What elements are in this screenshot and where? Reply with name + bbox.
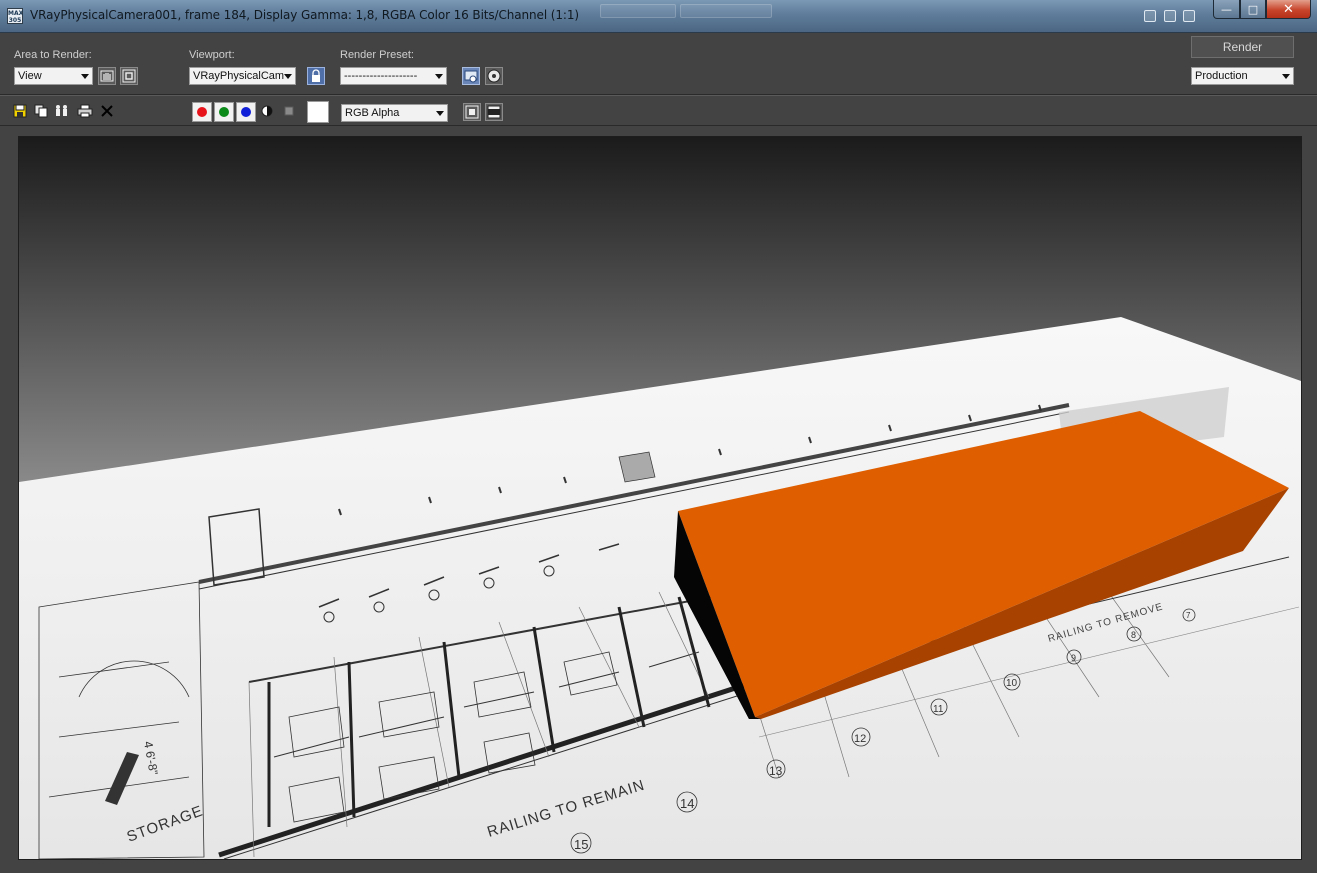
toggle-ui-icon xyxy=(487,105,501,119)
color-swatch[interactable] xyxy=(307,101,329,123)
area-to-render-value: View xyxy=(18,70,42,82)
grid-label: 14 xyxy=(680,796,694,811)
clone-window-icon xyxy=(56,105,67,116)
rendered-image-viewport[interactable]: RAILING TO REMAIN STORAGE RAILING TO REM… xyxy=(18,136,1302,860)
toolbar-divider-highlight xyxy=(0,95,1317,96)
app-icon: MAX 305 xyxy=(7,8,24,24)
maximize-button[interactable]: □ xyxy=(1240,0,1266,19)
minimize-button[interactable]: — xyxy=(1213,0,1240,19)
viewport-value: VRayPhysicalCam xyxy=(193,70,285,82)
region-icon xyxy=(100,70,114,82)
ghost-tab xyxy=(600,4,676,18)
grid-label: 8 xyxy=(1131,630,1136,640)
chevron-down-icon xyxy=(81,74,89,79)
grid-label: 12 xyxy=(854,733,866,745)
channel-display-value: RGB Alpha xyxy=(345,107,400,119)
render-setup-icon xyxy=(464,70,478,83)
window-title: VRayPhysicalCamera001, frame 184, Displa… xyxy=(30,8,579,22)
clear-icon xyxy=(101,105,113,117)
chevron-down-icon xyxy=(1282,74,1290,79)
channel-display-dropdown[interactable]: RGB Alpha xyxy=(341,104,448,122)
tray-folder-icon xyxy=(1144,10,1156,22)
ghost-tab xyxy=(680,4,772,18)
print-icon xyxy=(77,104,93,118)
viewport-label: Viewport: xyxy=(189,49,235,61)
chevron-down-icon xyxy=(435,74,443,79)
alpha-toggle[interactable] xyxy=(259,103,275,119)
grid-label: 7 xyxy=(1186,611,1191,620)
area-to-render-dropdown[interactable]: View xyxy=(14,67,93,85)
render-preset-value: -------------------- xyxy=(344,70,418,82)
clone-window-button[interactable] xyxy=(54,103,70,119)
alpha-icon xyxy=(261,105,273,117)
viewport-dropdown[interactable]: VRayPhysicalCam xyxy=(189,67,296,85)
copy-image-button[interactable] xyxy=(33,103,49,119)
render-preset-dropdown[interactable]: -------------------- xyxy=(340,67,447,85)
copy-image-icon xyxy=(34,104,48,118)
crop-button[interactable] xyxy=(120,67,138,85)
grid-label: 11 xyxy=(933,704,944,715)
clear-button[interactable] xyxy=(99,103,115,119)
green-channel-toggle[interactable] xyxy=(214,102,234,122)
toolbar-divider xyxy=(0,125,1317,126)
grid-label: 10 xyxy=(1006,678,1018,689)
tray-window-icon xyxy=(1164,10,1176,22)
chevron-down-icon xyxy=(284,74,292,79)
red-dot-icon xyxy=(197,107,207,117)
render-mode-value: Production xyxy=(1195,70,1248,82)
grid-label: 13 xyxy=(769,764,783,778)
blue-channel-toggle[interactable] xyxy=(236,102,256,122)
lock-viewport-button[interactable] xyxy=(307,67,325,85)
environment-button[interactable] xyxy=(485,67,503,85)
title-bar[interactable]: MAX 305 VRayPhysicalCamera001, frame 184… xyxy=(0,0,1317,33)
monochrome-toggle[interactable] xyxy=(281,103,297,119)
render-frame-window: MAX 305 VRayPhysicalCamera001, frame 184… xyxy=(0,0,1317,873)
save-image-icon xyxy=(13,104,27,118)
red-channel-toggle[interactable] xyxy=(192,102,212,122)
render-mode-dropdown[interactable]: Production xyxy=(1191,67,1294,85)
render-canvas: RAILING TO REMAIN STORAGE RAILING TO REM… xyxy=(19,137,1301,859)
green-dot-icon xyxy=(219,107,229,117)
render-button[interactable]: Render xyxy=(1191,36,1294,58)
environment-icon xyxy=(487,69,501,83)
window-controls: — □ ✕ xyxy=(1213,0,1311,20)
print-button[interactable] xyxy=(77,103,93,119)
render-preset-label: Render Preset: xyxy=(340,49,414,61)
ui-overlay-icon xyxy=(465,105,479,119)
blue-dot-icon xyxy=(241,107,251,117)
save-image-button[interactable] xyxy=(12,103,28,119)
background-taskbar-reflection xyxy=(600,4,1160,18)
lock-icon xyxy=(312,69,320,82)
grid-label: 9 xyxy=(1071,653,1076,663)
tray-app-icon xyxy=(1183,10,1195,22)
chevron-down-icon xyxy=(436,111,444,116)
grid-label: 15 xyxy=(574,837,588,852)
render-setup-button[interactable] xyxy=(462,67,480,85)
area-to-render-label: Area to Render: xyxy=(14,49,92,61)
region-button[interactable] xyxy=(98,67,116,85)
close-button[interactable]: ✕ xyxy=(1266,0,1311,19)
toggle-ui-overlay-button[interactable] xyxy=(463,103,481,121)
crop-icon xyxy=(122,69,136,83)
toggle-ui-button[interactable] xyxy=(485,103,503,121)
monochrome-icon xyxy=(284,106,294,116)
